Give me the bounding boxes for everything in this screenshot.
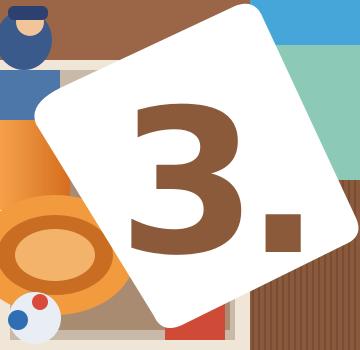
badge-number: 3.	[118, 67, 309, 300]
photo-frame: 3.	[0, 0, 360, 350]
scene: 3.	[0, 0, 360, 350]
